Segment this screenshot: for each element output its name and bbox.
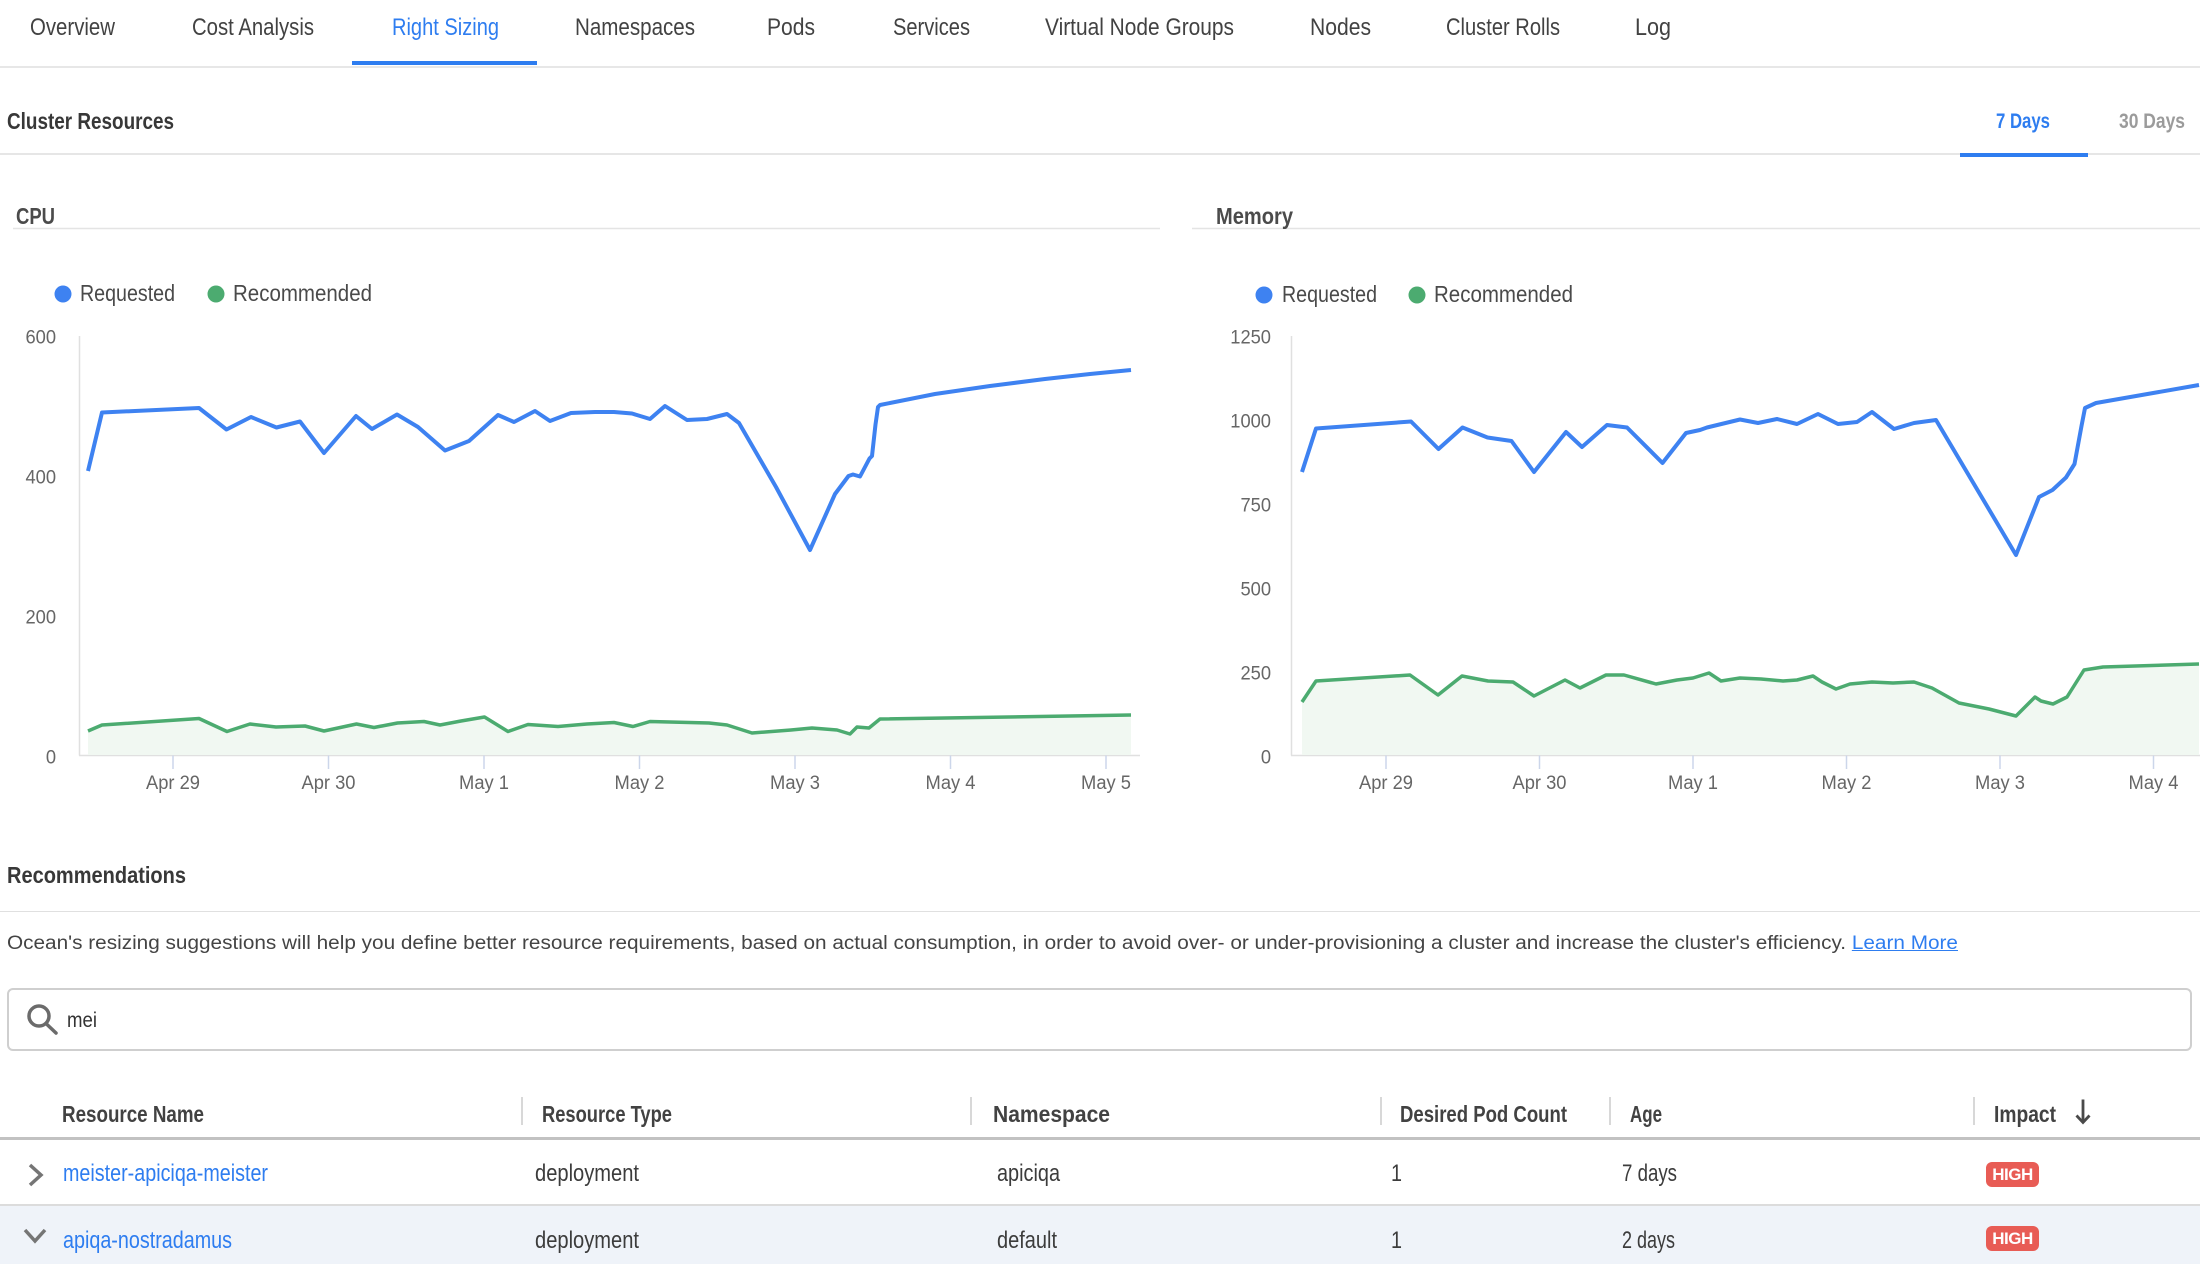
svg-text:May 2: May 2 — [1822, 773, 1872, 795]
svg-text:May 3: May 3 — [1975, 773, 2025, 795]
svg-text:Apr 29: Apr 29 — [1359, 773, 1413, 795]
svg-text:Apr 29: Apr 29 — [146, 773, 200, 795]
svg-text:500: 500 — [1240, 579, 1271, 601]
svg-text:0: 0 — [1261, 747, 1271, 769]
svg-text:1250: 1250 — [1230, 327, 1271, 349]
svg-text:May 5: May 5 — [1081, 773, 1131, 795]
svg-text:1000: 1000 — [1230, 411, 1271, 433]
svg-text:May 4: May 4 — [926, 773, 976, 795]
svg-text:750: 750 — [1240, 495, 1271, 517]
svg-text:May 2: May 2 — [615, 773, 665, 795]
svg-text:200: 200 — [25, 607, 56, 629]
svg-text:0: 0 — [46, 747, 56, 769]
svg-text:May 1: May 1 — [1668, 773, 1718, 795]
svg-text:400: 400 — [25, 467, 56, 489]
svg-text:May 4: May 4 — [2129, 773, 2179, 795]
svg-text:May 3: May 3 — [770, 773, 820, 795]
svg-text:Apr 30: Apr 30 — [302, 773, 356, 795]
svg-text:May 1: May 1 — [459, 773, 509, 795]
svg-text:600: 600 — [25, 327, 56, 349]
svg-text:Apr 30: Apr 30 — [1513, 773, 1567, 795]
svg-text:250: 250 — [1240, 663, 1271, 685]
